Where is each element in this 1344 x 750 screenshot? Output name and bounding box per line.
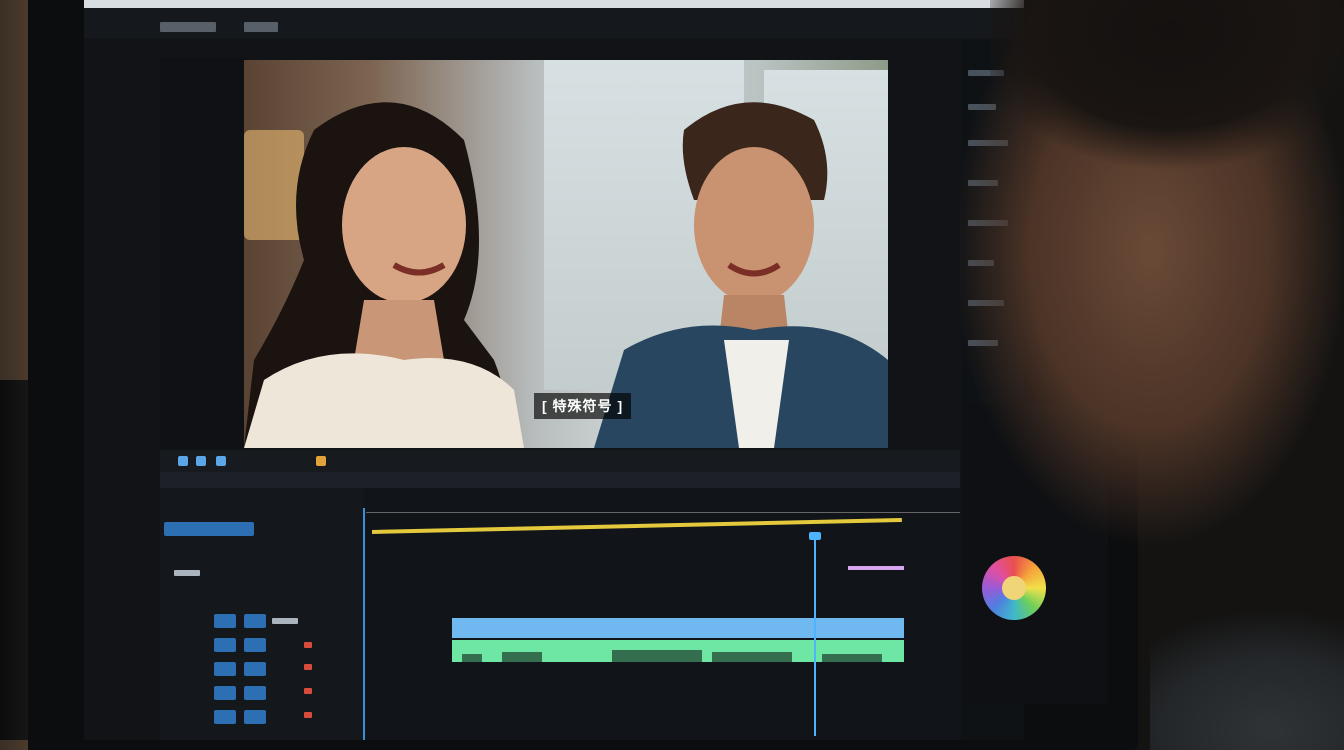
track-toggle[interactable] — [244, 710, 266, 724]
timeline-panel — [160, 488, 960, 740]
track-headers — [160, 488, 364, 740]
man-figure — [594, 102, 888, 448]
playhead-icon[interactable] — [814, 536, 816, 736]
subtitle-overlay: [ 特殊符号 ] — [534, 393, 632, 419]
audio-waveform-track — [848, 566, 904, 570]
track-toggle[interactable] — [214, 686, 236, 700]
track-label — [174, 570, 200, 576]
program-monitor: [ 特殊符号 ] — [244, 60, 888, 448]
track-toggle[interactable] — [244, 662, 266, 676]
play-button[interactable] — [178, 456, 188, 466]
video-frame — [244, 60, 888, 448]
menu-bar — [84, 8, 1024, 38]
in-point-line[interactable] — [363, 508, 365, 740]
track-toggle[interactable] — [214, 638, 236, 652]
track-toggle[interactable] — [244, 614, 266, 628]
stop-button[interactable] — [196, 456, 206, 466]
os-title-bar — [84, 0, 1024, 8]
foreground-hair — [990, 0, 1344, 200]
step-button[interactable] — [216, 456, 226, 466]
woman-figure — [244, 102, 524, 448]
record-indicator[interactable] — [304, 642, 312, 648]
track-toggle[interactable] — [214, 710, 236, 724]
audio-track-blue — [452, 618, 904, 638]
track-toggle[interactable] — [214, 614, 236, 628]
track-toggle[interactable] — [244, 638, 266, 652]
media-panel — [160, 58, 248, 478]
video-track-green — [452, 640, 904, 662]
record-indicator[interactable] — [304, 712, 312, 718]
track-toggle[interactable] — [244, 686, 266, 700]
editor-screen: [ 特殊符号 ] — [84, 0, 1024, 740]
record-indicator[interactable] — [304, 688, 312, 694]
track-tab-active[interactable] — [164, 522, 254, 536]
clip-area — [366, 488, 960, 740]
menu-item-1[interactable] — [160, 22, 216, 32]
marker-button[interactable] — [316, 456, 326, 466]
record-indicator[interactable] — [304, 664, 312, 670]
foreground-shirt — [1150, 600, 1344, 750]
menu-item-2[interactable] — [244, 22, 278, 32]
transport-bar — [160, 450, 960, 472]
track-label — [272, 618, 298, 624]
timeline-toolbar — [160, 472, 960, 488]
track-toggle[interactable] — [214, 662, 236, 676]
